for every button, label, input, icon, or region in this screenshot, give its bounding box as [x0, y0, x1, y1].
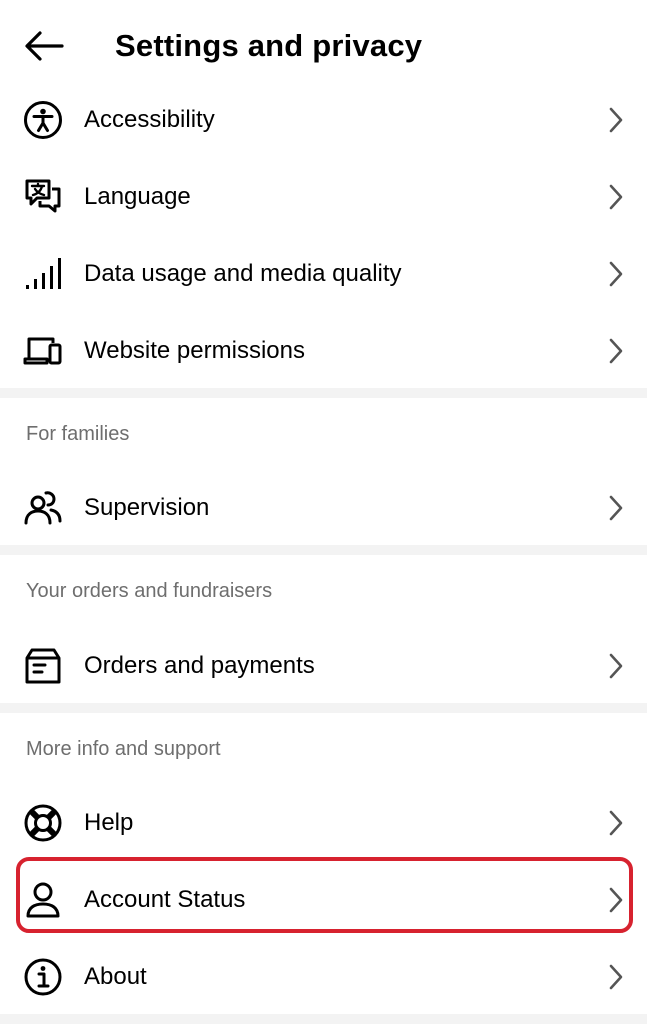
section-header-for-families: For families — [26, 423, 130, 445]
settings-item-supervision[interactable]: Supervision — [0, 473, 647, 543]
settings-item-label: Website permissions — [84, 337, 305, 364]
settings-item-accessibility[interactable]: Accessibility — [0, 85, 647, 155]
settings-item-label: Supervision — [84, 494, 210, 521]
orders-box-icon — [22, 646, 64, 686]
settings-item-data-usage[interactable]: Data usage and media quality — [0, 239, 647, 309]
chevron-right-icon — [604, 494, 628, 522]
people-icon — [22, 488, 64, 528]
settings-privacy-screen: Settings and privacy Accessibility Langu… — [0, 0, 647, 1024]
settings-item-label: Account Status — [84, 886, 246, 913]
settings-item-about[interactable]: About — [0, 942, 647, 1012]
settings-item-help[interactable]: Help — [0, 788, 647, 858]
section-header-more-info-support: More info and support — [26, 738, 221, 760]
arrow-left-icon — [25, 31, 64, 61]
settings-item-orders-payments[interactable]: Orders and payments — [0, 631, 647, 701]
settings-item-label: Accessibility — [84, 106, 215, 133]
chevron-right-icon — [604, 183, 628, 211]
translate-icon — [22, 177, 64, 217]
devices-icon — [22, 331, 64, 371]
settings-item-label: About — [84, 963, 147, 990]
settings-item-account-status[interactable]: Account Status — [0, 865, 647, 935]
section-divider — [0, 388, 647, 398]
chevron-right-icon — [604, 652, 628, 680]
accessibility-icon — [22, 100, 64, 140]
header: Settings and privacy — [0, 0, 647, 92]
info-icon — [22, 957, 64, 997]
page-title: Settings and privacy — [115, 28, 423, 63]
user-icon — [22, 880, 64, 920]
chevron-right-icon — [604, 337, 628, 365]
chevron-right-icon — [604, 886, 628, 914]
chevron-right-icon — [604, 260, 628, 288]
section-divider — [0, 545, 647, 555]
settings-item-label: Orders and payments — [84, 652, 315, 679]
settings-item-website-permissions[interactable]: Website permissions — [0, 316, 647, 386]
section-divider — [0, 1014, 647, 1024]
settings-item-label: Data usage and media quality — [84, 260, 402, 287]
settings-item-label: Help — [84, 809, 134, 836]
lifebuoy-icon — [22, 803, 64, 843]
chevron-right-icon — [604, 963, 628, 991]
settings-item-label: Language — [84, 183, 191, 210]
settings-item-language[interactable]: Language — [0, 162, 647, 232]
back-button[interactable] — [22, 26, 66, 66]
section-divider — [0, 703, 647, 713]
chevron-right-icon — [604, 809, 628, 837]
section-header-orders-fundraisers: Your orders and fundraisers — [26, 580, 273, 602]
signal-bars-icon — [22, 254, 64, 294]
chevron-right-icon — [604, 106, 628, 134]
